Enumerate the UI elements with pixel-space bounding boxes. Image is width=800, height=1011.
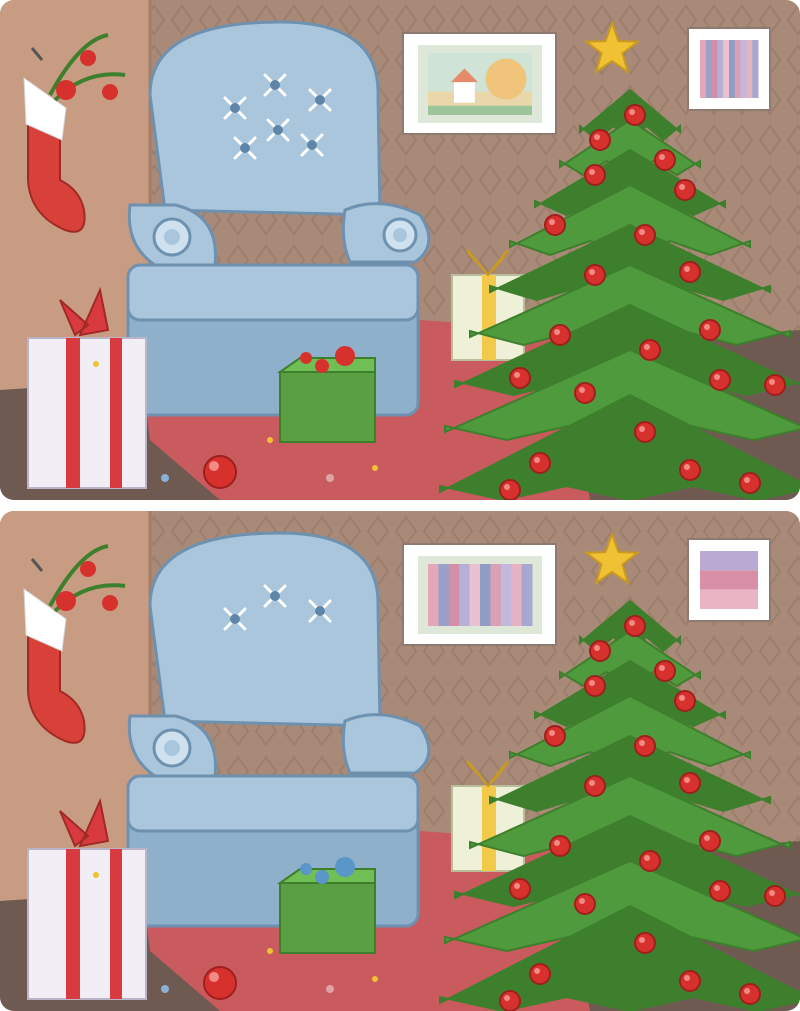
tree-ornament — [529, 452, 551, 474]
picture-frame-left — [402, 543, 557, 646]
tree-ornament — [709, 880, 731, 902]
tree-ornament — [679, 772, 701, 794]
landscape-picture — [428, 53, 532, 115]
scene-panel-modified[interactable] — [0, 511, 800, 1011]
tree-ornament — [634, 224, 656, 246]
tree-ornament — [764, 885, 786, 907]
tree-ornament — [634, 421, 656, 443]
tree-ornament — [529, 963, 551, 985]
tree-ornament — [654, 149, 676, 171]
gift-ornament — [315, 870, 329, 884]
tree-ornament — [654, 660, 676, 682]
gift-ornament — [315, 359, 329, 373]
tree-ornament — [764, 374, 786, 396]
stripes-picture — [700, 40, 759, 98]
tree-ornament — [674, 690, 696, 712]
tree-ornament — [549, 835, 571, 857]
stripes-picture — [428, 564, 533, 626]
tree-ornament — [499, 990, 521, 1011]
tree-ornament — [674, 179, 696, 201]
tree-ornament — [679, 970, 701, 992]
floor-ornament — [203, 455, 237, 489]
tree-ornament — [639, 339, 661, 361]
tree-ornament — [699, 830, 721, 852]
floor-ornament — [203, 966, 237, 1000]
scene-panel-original[interactable] — [0, 0, 800, 500]
tree-ornament — [584, 775, 606, 797]
spot-the-difference-game — [0, 0, 800, 1011]
tree-ornament — [544, 725, 566, 747]
tree-ornament — [679, 261, 701, 283]
gift-ornament — [335, 857, 355, 877]
tree-ornament — [574, 893, 596, 915]
tree-ornament — [634, 735, 656, 757]
tree-ornament — [584, 675, 606, 697]
tree-ornament — [709, 369, 731, 391]
tree-ornament — [679, 459, 701, 481]
tree-ornament — [739, 983, 761, 1005]
tree-ornament — [509, 878, 531, 900]
tree-ornament — [584, 164, 606, 186]
picture-frame-right — [687, 538, 771, 622]
tree-ornament — [499, 479, 521, 500]
tree-ornament — [699, 319, 721, 341]
tree-ornament — [574, 382, 596, 404]
gift-ornament — [300, 352, 312, 364]
picture-frame-left — [402, 32, 557, 135]
tree-ornament — [589, 129, 611, 151]
tree-ornament — [639, 850, 661, 872]
tree-ornament — [509, 367, 531, 389]
tree-ornament — [584, 264, 606, 286]
tree-ornament — [624, 104, 646, 126]
tree-ornament — [634, 932, 656, 954]
gift-ornament — [335, 346, 355, 366]
tree-ornament — [549, 324, 571, 346]
tree-ornament — [544, 214, 566, 236]
tree-ornament — [589, 640, 611, 662]
gift-ornament — [300, 863, 312, 875]
tree-ornament — [624, 615, 646, 637]
picture-frame-right — [687, 27, 771, 111]
tree-ornament — [739, 472, 761, 494]
gradient-picture — [700, 551, 758, 609]
